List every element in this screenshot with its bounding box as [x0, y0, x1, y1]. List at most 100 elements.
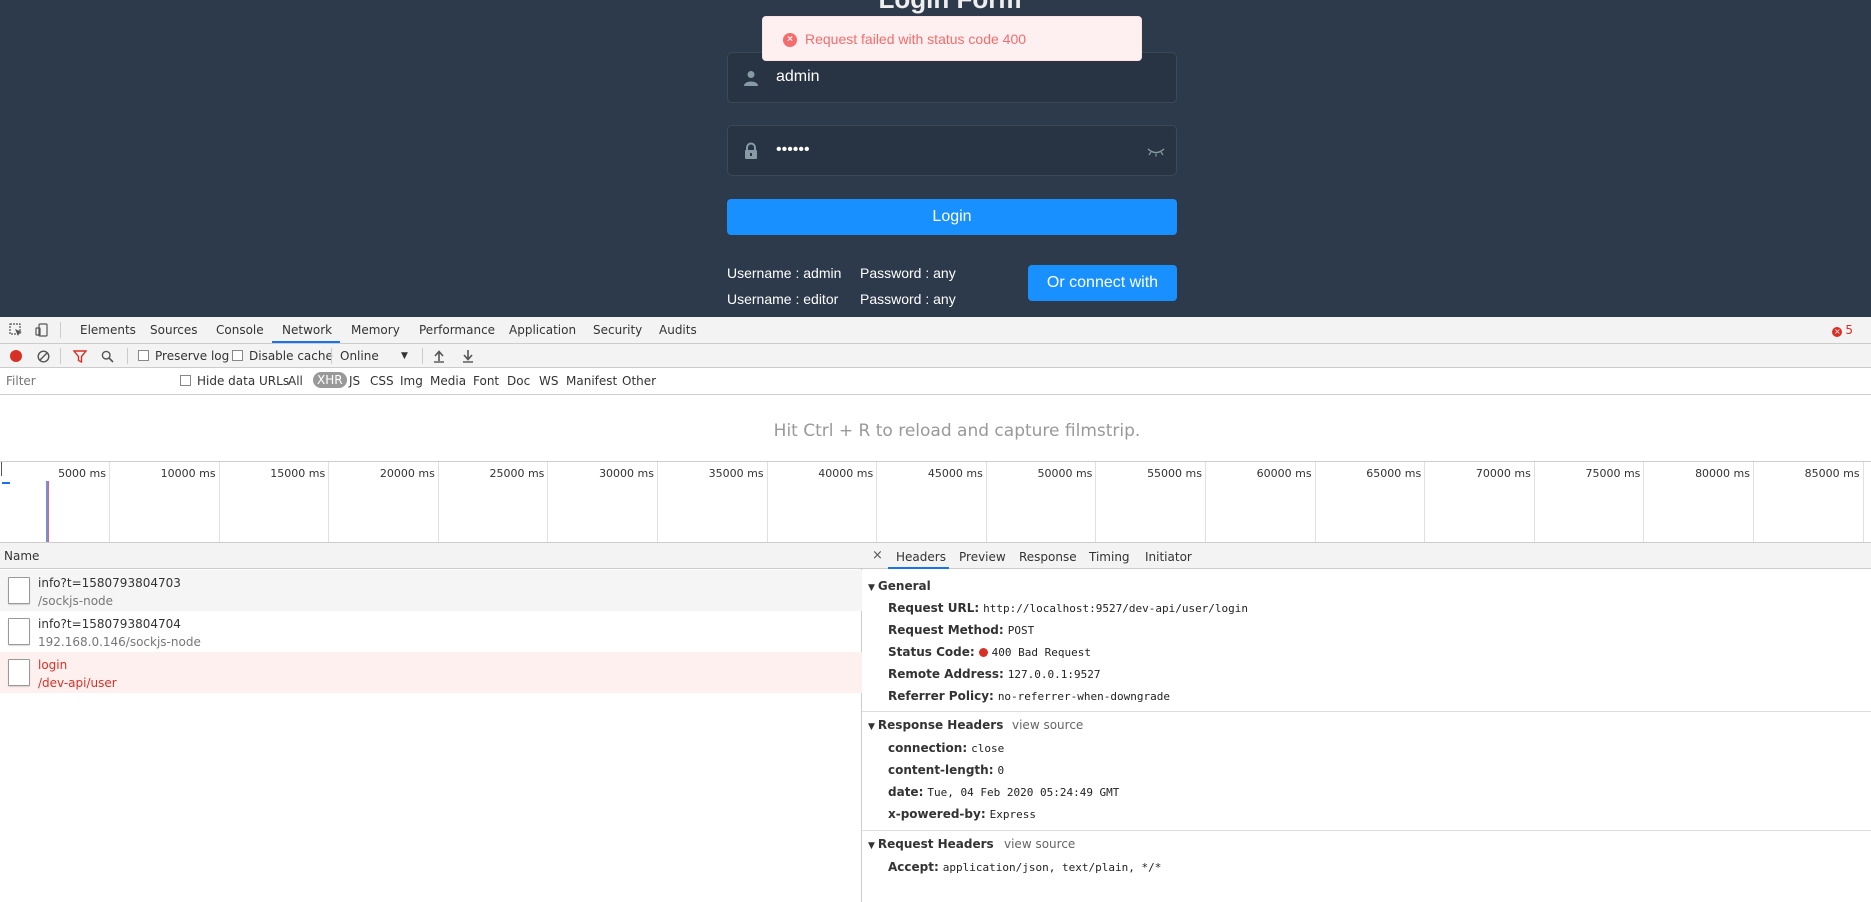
document-icon — [8, 618, 30, 645]
divider — [60, 322, 61, 338]
tab-timing[interactable]: Timing — [1089, 550, 1130, 564]
status-error-icon — [978, 648, 988, 657]
header-line: date: Tue, 04 Feb 2020 05:24:49 GMT — [888, 785, 1119, 799]
preserve-log-checkbox[interactable] — [138, 350, 149, 361]
section-title: Request Headers — [877, 837, 994, 851]
filter-type-doc[interactable]: Doc — [507, 374, 530, 388]
triangle-down-icon: ▼ — [868, 722, 875, 732]
request-name: info?t=1580793804703 — [38, 576, 181, 590]
close-icon[interactable]: × — [872, 548, 883, 563]
eye-closed-icon[interactable] — [1146, 144, 1166, 158]
header-value: http://localhost:9527/dev-api/user/login — [983, 602, 1249, 615]
password-field[interactable]: •••••• — [727, 125, 1177, 176]
hide-data-urls-label: Hide data URLs — [197, 374, 290, 388]
triangle-down-icon: ▼ — [868, 583, 875, 593]
filter-type-media[interactable]: Media — [430, 374, 466, 388]
request-row[interactable]: info?t=1580793804704 192.168.0.146/sockj… — [0, 611, 862, 652]
header-key: connection: — [888, 741, 968, 755]
header-key: Accept: — [888, 860, 939, 874]
header-key: content-length: — [888, 763, 994, 777]
tab-application[interactable]: Application — [509, 323, 576, 337]
header-value: POST — [1007, 624, 1035, 637]
filter-type-manifest[interactable]: Manifest — [566, 374, 617, 388]
tab-response[interactable]: Response — [1019, 550, 1077, 564]
request-details: × Headers Preview Response Timing Initia… — [862, 543, 1871, 902]
search-icon[interactable] — [101, 350, 114, 363]
inspect-element-icon[interactable] — [9, 323, 23, 337]
export-har-icon[interactable] — [462, 349, 474, 363]
request-list-header: Name — [0, 543, 862, 569]
request-headers-toggle[interactable]: ▼ Request Headers — [868, 837, 994, 851]
divider — [60, 348, 61, 364]
header-line: Accept: application/json, text/plain, */* — [888, 860, 1161, 874]
timeline-gridline — [437, 462, 439, 542]
response-headers-toggle[interactable]: ▼ Response Headers — [868, 718, 1003, 732]
login-button[interactable]: Login — [727, 199, 1177, 235]
tab-performance[interactable]: Performance — [419, 323, 495, 337]
password-value: •••••• — [776, 141, 810, 158]
filter-type-ws[interactable]: WS — [539, 374, 558, 388]
filter-type-img[interactable]: Img — [400, 374, 423, 388]
timeline-gridline — [657, 462, 658, 542]
tab-memory[interactable]: Memory — [351, 323, 400, 337]
error-circle-icon: × — [783, 33, 797, 47]
tab-preview[interactable]: Preview — [959, 550, 1006, 564]
header-line: x-powered-by: Express — [888, 807, 1036, 821]
triangle-down-icon: ▼ — [868, 841, 875, 851]
tab-sources[interactable]: Sources — [150, 323, 197, 337]
filter-type-all[interactable]: All — [288, 374, 303, 388]
timeline-tick-label: 15000 ms — [270, 467, 326, 480]
clear-icon[interactable] — [37, 350, 50, 363]
tab-console[interactable]: Console — [216, 323, 264, 337]
request-path: /sockjs-node — [38, 594, 114, 608]
filter-type-css[interactable]: CSS — [370, 374, 394, 388]
filter-type-other[interactable]: Other — [622, 374, 656, 388]
timeline-overview[interactable]: 5000 ms 10000 ms 15000 ms 20000 ms 25000 ms 3… — [0, 462, 1871, 543]
timeline-tick-label: 85000 ms — [1804, 467, 1860, 480]
timeline-gridline — [218, 462, 220, 542]
divider — [422, 348, 423, 364]
general-section-toggle[interactable]: ▼ General — [868, 579, 931, 593]
view-source-link[interactable]: view source — [1012, 718, 1083, 732]
throttle-select[interactable]: Online — [340, 349, 379, 363]
header-line: Request URL: http://localhost:9527/dev-ap… — [888, 601, 1248, 615]
name-column-header[interactable]: Name — [4, 549, 39, 563]
view-source-link[interactable]: view source — [1004, 837, 1075, 851]
device-toolbar-icon[interactable] — [35, 323, 49, 337]
request-name: info?t=1580793804704 — [38, 617, 181, 631]
request-row-failed[interactable]: login /dev-api/user — [0, 652, 862, 693]
error-counter[interactable]: × 5 — [1832, 323, 1853, 337]
header-key: Referrer Policy: — [888, 689, 994, 703]
tab-headers[interactable]: Headers — [896, 550, 946, 564]
devtools-panel: Elements Sources Console Network Memory … — [0, 317, 1871, 902]
timeline-tick-label: 75000 ms — [1585, 467, 1641, 480]
header-value: 0 — [997, 764, 1005, 777]
divider — [862, 711, 1871, 712]
tab-security[interactable]: Security — [593, 323, 642, 337]
tab-initiator[interactable]: Initiator — [1145, 550, 1192, 564]
network-toolbar: Preserve log Disable cache Online ▼ — [0, 344, 1871, 368]
filter-icon[interactable] — [73, 350, 87, 363]
filter-type-font[interactable]: Font — [473, 374, 499, 388]
tab-audits[interactable]: Audits — [659, 323, 697, 337]
active-tab-indicator — [888, 567, 949, 569]
disable-cache-label: Disable cache — [249, 349, 333, 363]
document-icon — [8, 659, 30, 686]
filter-type-js[interactable]: JS — [349, 374, 360, 388]
header-key: Remote Address: — [888, 667, 1004, 681]
filter-type-xhr[interactable]: XHR — [313, 372, 347, 388]
record-button[interactable] — [10, 350, 22, 362]
timeline-gridline — [1643, 462, 1645, 542]
disable-cache-checkbox[interactable] — [232, 350, 243, 361]
timeline-tick-label: 80000 ms — [1695, 467, 1750, 480]
hide-data-urls-checkbox[interactable] — [180, 375, 191, 386]
tab-elements[interactable]: Elements — [80, 323, 136, 337]
header-line: Status Code: 400 Bad Request — [888, 645, 1091, 659]
lock-icon — [745, 142, 757, 159]
connect-button[interactable]: Or connect with — [1028, 265, 1177, 301]
request-row[interactable]: info?t=1580793804703 /sockjs-node — [0, 570, 862, 611]
tab-network[interactable]: Network — [282, 323, 332, 337]
import-har-icon[interactable] — [433, 349, 445, 363]
timeline-tick-label: 30000 ms — [599, 467, 654, 480]
filter-input[interactable] — [4, 372, 166, 390]
